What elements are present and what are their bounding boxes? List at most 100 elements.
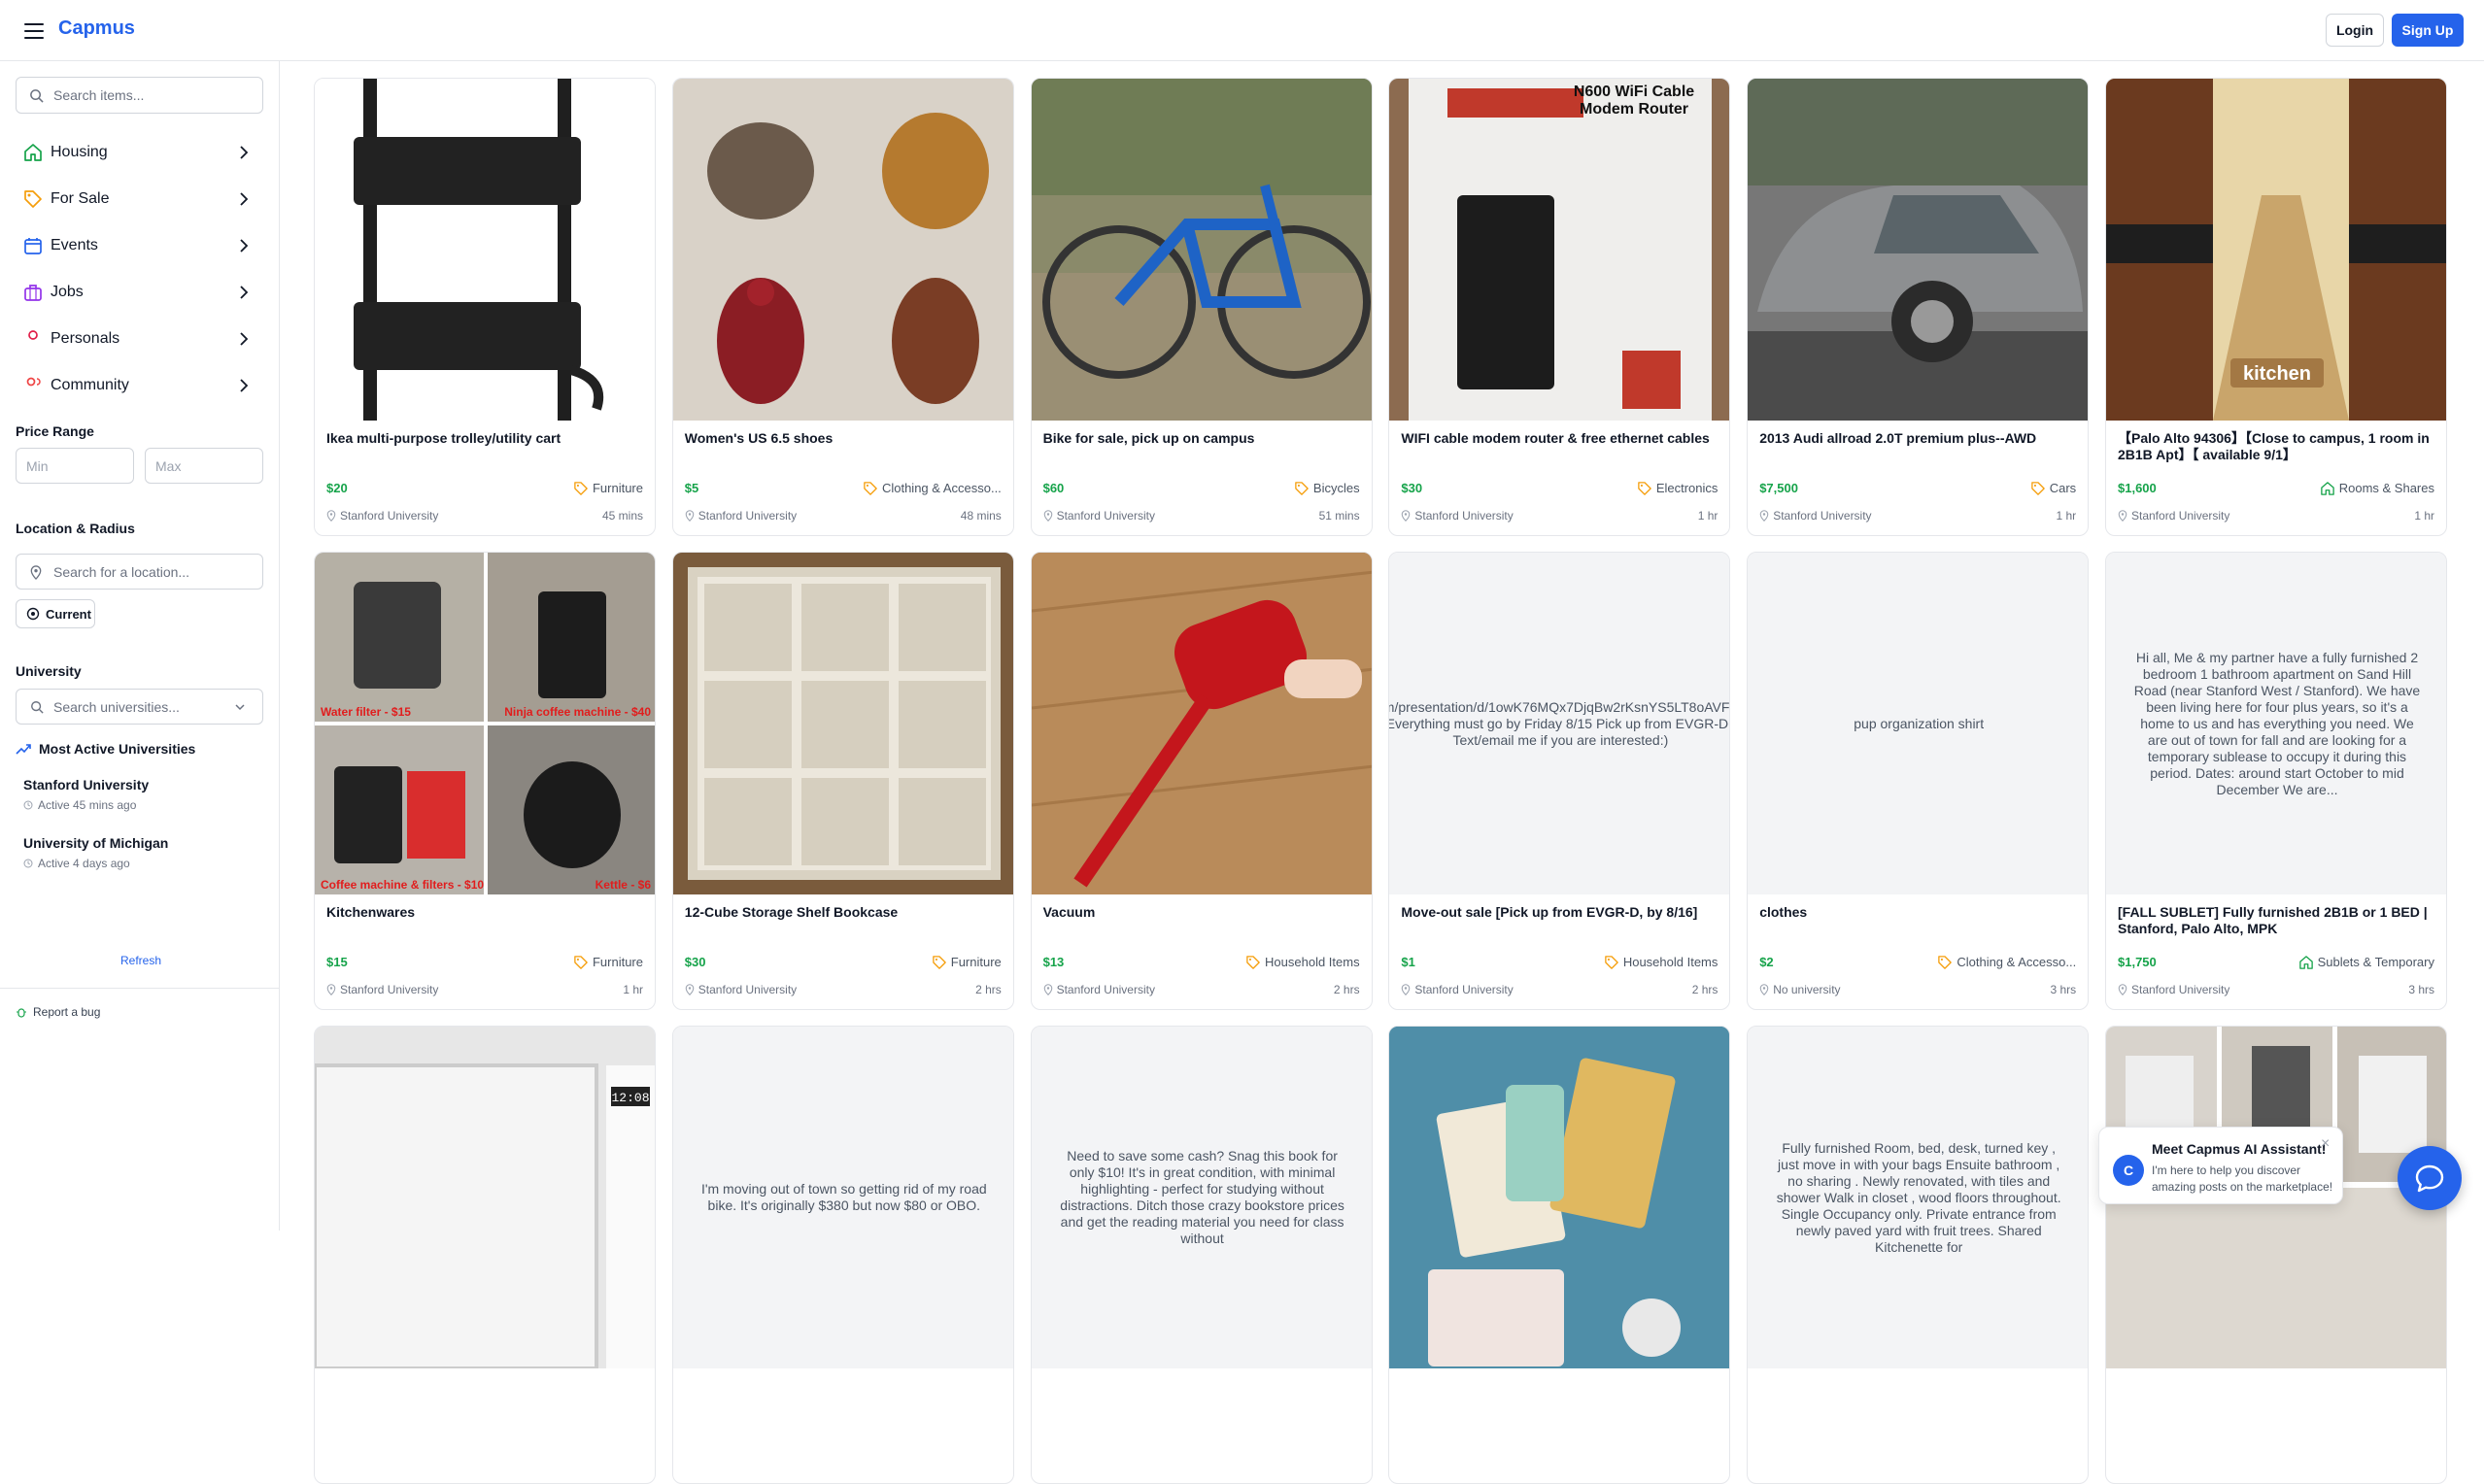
logo[interactable]: Capmus: [58, 17, 135, 40]
listing-card[interactable]: https://docs.google.com/presentation/d/1…: [1388, 552, 1731, 1010]
report-bug-link[interactable]: Report a bug: [16, 1005, 100, 1019]
nav-item-for-sale[interactable]: For Sale: [0, 176, 280, 222]
chat-button[interactable]: [2398, 1146, 2462, 1210]
refresh-link[interactable]: Refresh: [120, 954, 161, 967]
listing-card[interactable]: Bike for sale, pick up on campus $60 Bicyc…: [1030, 78, 1373, 536]
search-input[interactable]: Search items...: [16, 77, 263, 114]
listing-preview: Fully furnished Room, bed, desk, turned …: [1748, 1027, 2089, 1368]
nav-item-personals[interactable]: Personals: [0, 316, 280, 362]
listing-card[interactable]: Women's US 6.5 shoes $5 Clothing & Accesso…: [671, 78, 1014, 536]
location-input[interactable]: Search for a location...: [16, 554, 263, 590]
listing-card[interactable]: 12-Cube Storage Shelf Bookcase $30 Furnitu…: [671, 552, 1014, 1010]
nav-item-community[interactable]: Community: [0, 362, 280, 409]
listing-location: Stanford University: [1759, 509, 1872, 523]
listing-category-label: Clothing & Accesso...: [1957, 955, 2077, 969]
users-icon: [26, 377, 41, 387]
location-placeholder: Search for a location...: [53, 563, 190, 580]
listing-card[interactable]: kitchen 【Palo Alto 94306】【Close to campus…: [2105, 78, 2447, 536]
bug-icon: [17, 1008, 26, 1018]
listing-category: Cars: [2030, 481, 2076, 495]
search-icon: [30, 89, 44, 103]
listing-card[interactable]: Ikea multi-purpose trolley/utility cart $…: [314, 78, 656, 536]
listing-title: WIFI cable modem router & free ethernet …: [1401, 430, 1710, 446]
listing-card[interactable]: Vacuum $13 Household Items Stanford Univers…: [1030, 552, 1373, 1010]
listing-category-label: Household Items: [1622, 955, 1718, 969]
menu-icon[interactable]: [21, 19, 47, 43]
pin-icon: [326, 510, 336, 522]
listing-card[interactable]: [2105, 1026, 2447, 1484]
nav-item-label: Community: [51, 377, 129, 393]
router-photo: N600 WiFi CableModem Router: [1389, 79, 1730, 421]
sidebar: Search items... Housing For Sale Events Job…: [0, 61, 280, 1231]
listing-category-label: Sublets & Temporary: [2317, 955, 2434, 969]
listing-card[interactable]: Water filter - $15 Ninja coffee machine -…: [314, 552, 656, 1010]
listing-location-label: Stanford University: [698, 983, 798, 996]
listing-card[interactable]: Need to save some cash? Snag this book f…: [1030, 1026, 1373, 1484]
listing-location: Stanford University: [2118, 509, 2229, 523]
university-name: Stanford University: [23, 777, 150, 793]
university-search-input[interactable]: Search universities...: [16, 689, 263, 725]
listing-price: $15: [326, 955, 348, 969]
listing-card[interactable]: [1388, 1026, 1731, 1484]
listing-card[interactable]: I'm moving out of town so getting rid of…: [671, 1026, 1014, 1484]
chevron-right-icon: [240, 239, 249, 253]
tag-icon: [24, 190, 42, 208]
listing-location: Stanford University: [1401, 983, 1514, 996]
listing-preview: Hi all, Me & my partner have a fully fur…: [2106, 553, 2446, 894]
current-location-button[interactable]: Current: [16, 599, 95, 628]
listing-category: Clothing & Accesso...: [1938, 955, 2076, 969]
listing-image: 12:08: [315, 1027, 655, 1368]
kitchen-photo: kitchen: [2106, 79, 2446, 421]
listing-location: Stanford University: [1401, 509, 1514, 523]
listing-location: Stanford University: [685, 983, 797, 996]
listing-time: 2 hrs: [975, 983, 1002, 996]
listing-title: Kitchenwares: [326, 904, 416, 920]
max-price-input[interactable]: Max: [145, 448, 263, 484]
listing-card[interactable]: N600 WiFi Cable Modem Router WIFI cable mo…: [1388, 78, 1731, 536]
listing-preview: Need to save some cash? Snag this book f…: [1031, 1027, 1372, 1368]
university-entry[interactable]: University of Michigan Active 4 days ago: [23, 835, 168, 870]
listing-preview-text: pup organization shirt: [1854, 715, 1985, 731]
svg-text:kitchen: kitchen: [2243, 363, 2311, 385]
nav-item-events[interactable]: Events: [0, 222, 280, 269]
clock-icon: [23, 800, 33, 810]
signup-button[interactable]: Sign Up: [2392, 14, 2464, 47]
listing-card[interactable]: Fully furnished Room, bed, desk, turned …: [1747, 1026, 2090, 1484]
pin-icon: [1759, 510, 1769, 522]
svg-text:Water filter - $15: Water filter - $15: [321, 705, 411, 719]
listing-category: Household Items: [1605, 955, 1718, 969]
clock-icon: [23, 859, 33, 868]
listing-image: [1748, 79, 2089, 421]
listing-title: Bike for sale, pick up on campus: [1042, 430, 1255, 446]
listing-preview: pup organization shirt: [1748, 553, 2089, 894]
listing-category: Electronics: [1638, 481, 1718, 495]
listing-image: [315, 79, 655, 421]
listing-location-label: Stanford University: [2131, 509, 2230, 523]
login-button[interactable]: Login: [2326, 14, 2384, 47]
nav-item-housing[interactable]: Housing: [0, 129, 280, 176]
university-label: University: [16, 663, 82, 679]
listing-card[interactable]: 2013 Audi allroad 2.0T premium plus--AWD…: [1747, 78, 2090, 536]
listing-location-label: Stanford University: [1773, 509, 1872, 523]
nav-item-jobs[interactable]: Jobs: [0, 269, 280, 316]
listing-card[interactable]: pup organization shirt clothes $2 Clothing …: [1747, 552, 2090, 1010]
pin-icon: [1043, 984, 1052, 995]
listing-card[interactable]: 12:08: [314, 1026, 656, 1484]
report-bug-label: Report a bug: [33, 1005, 101, 1019]
listing-card[interactable]: Hi all, Me & my partner have a fully fur…: [2105, 552, 2447, 1010]
pin-icon: [685, 510, 695, 522]
listing-category: Sublets & Temporary: [2298, 955, 2434, 969]
close-icon[interactable]: ×: [2321, 1135, 2330, 1153]
listing-category-label: Furniture: [950, 955, 1002, 969]
pin-icon: [1402, 510, 1411, 522]
listing-time: 48 mins: [960, 509, 1002, 523]
listing-time: 51 mins: [1318, 509, 1360, 523]
listing-image: Water filter - $15 Ninja coffee machine -…: [315, 553, 655, 894]
university-entry[interactable]: Stanford University Active 45 mins ago: [23, 777, 149, 812]
microwave-photo: 12:08: [315, 1027, 655, 1368]
ai-assistant-popup[interactable]: C Meet Capmus AI Assistant! I'm here to …: [2098, 1127, 2343, 1204]
listing-preview-text: https://docs.google.com/presentation/d/1…: [1389, 698, 1731, 748]
university-activity: Active 45 mins ago: [23, 798, 149, 812]
car-photo: [1748, 79, 2089, 421]
min-price-input[interactable]: Min: [16, 448, 134, 484]
